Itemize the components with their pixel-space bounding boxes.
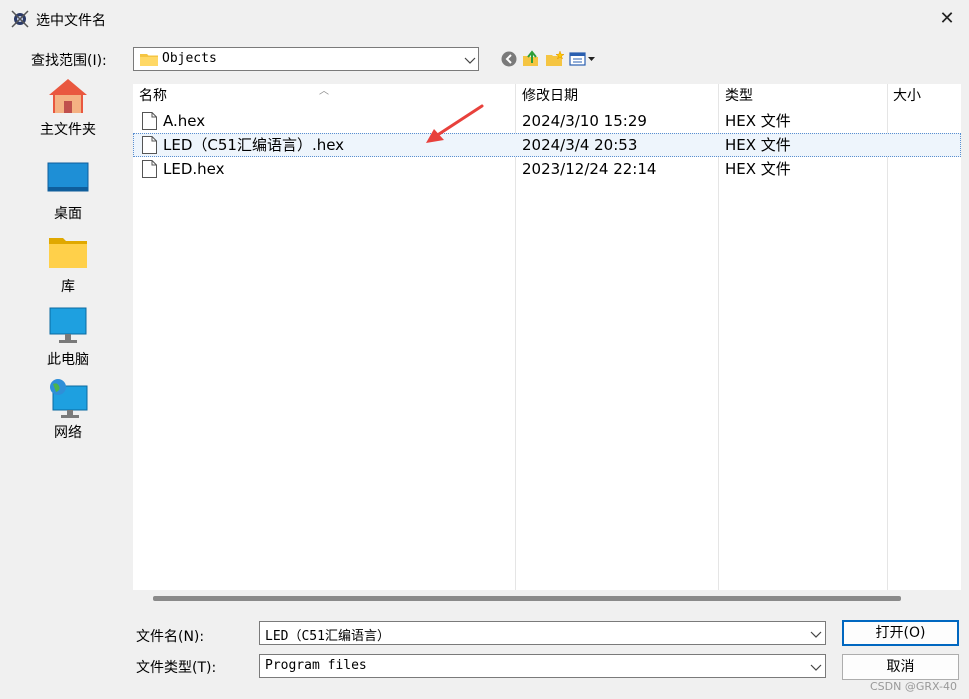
file-icon xyxy=(142,112,157,130)
network-icon xyxy=(50,379,88,418)
window-title: 选中文件名 xyxy=(36,13,106,29)
up-folder-icon[interactable] xyxy=(521,50,541,68)
chevron-down-icon[interactable] xyxy=(809,627,823,641)
file-icon xyxy=(142,136,157,154)
chevron-down-icon xyxy=(464,57,476,64)
file-type-value: Program files xyxy=(265,658,367,673)
place-network[interactable]: 网络 xyxy=(8,378,128,444)
file-date: 2024/3/10 15:29 xyxy=(522,112,647,130)
desktop-icon xyxy=(47,162,89,192)
look-in-value: Objects xyxy=(162,51,217,66)
file-name-label: 文件名(N): xyxy=(136,629,205,645)
file-type-dropdown[interactable]: Program files xyxy=(259,654,826,678)
sort-ascending-icon: ︿ xyxy=(319,86,329,97)
place-home[interactable]: 主文件夹 xyxy=(8,75,128,141)
file-type: HEX 文件 xyxy=(725,112,791,130)
file-list[interactable]: ︿ 名称 修改日期 类型 大小 A.hex 2024/3/10 15:29 HE… xyxy=(133,84,961,590)
file-icon xyxy=(142,160,157,178)
scrollbar-thumb[interactable] xyxy=(153,596,901,601)
place-label: 此电脑 xyxy=(47,352,89,368)
place-label: 库 xyxy=(61,279,75,295)
column-header-date[interactable]: 修改日期 xyxy=(522,84,578,108)
file-date: 2024/3/4 20:53 xyxy=(522,136,638,154)
file-type-label: 文件类型(T): xyxy=(136,660,217,676)
column-header-size[interactable]: 大小 xyxy=(893,84,921,108)
file-row-selected[interactable]: LED（C51汇编语言）.hex 2024/3/4 20:53 HEX 文件 xyxy=(133,133,961,157)
close-button[interactable]: ✕ xyxy=(930,4,964,34)
watermark: CSDN @GRX-40 xyxy=(870,680,957,693)
annotation-arrow-icon xyxy=(426,104,484,143)
computer-icon xyxy=(49,307,87,343)
file-name: LED（C51汇编语言）.hex xyxy=(163,136,345,154)
file-type: HEX 文件 xyxy=(725,136,791,154)
look-in-label: 查找范围(I): xyxy=(31,53,107,69)
place-label: 主文件夹 xyxy=(40,122,96,138)
open-button[interactable]: 打开(O) xyxy=(842,620,959,646)
cancel-button[interactable]: 取消 xyxy=(842,654,959,680)
places-bar: 主文件夹 桌面 库 此电脑 网络 xyxy=(8,75,128,455)
file-name: LED.hex xyxy=(163,160,225,178)
title-bar: 选中文件名 ✕ xyxy=(0,0,969,38)
place-library[interactable]: 库 xyxy=(8,232,128,298)
home-icon xyxy=(49,79,87,113)
file-row[interactable]: LED.hex 2023/12/24 22:14 HEX 文件 xyxy=(133,157,961,181)
place-label: 桌面 xyxy=(54,206,82,222)
file-type: HEX 文件 xyxy=(725,160,791,178)
column-header-type[interactable]: 类型 xyxy=(725,84,753,108)
close-icon: ✕ xyxy=(939,8,955,29)
file-name-combobox[interactable]: LED（C51汇编语言） xyxy=(259,621,826,645)
horizontal-scrollbar[interactable] xyxy=(133,590,961,605)
file-date: 2023/12/24 22:14 xyxy=(522,160,657,178)
app-icon xyxy=(11,10,29,28)
file-name: A.hex xyxy=(163,112,206,130)
back-icon[interactable] xyxy=(500,50,520,68)
file-name-value: LED（C51汇编语言） xyxy=(265,629,390,644)
library-icon xyxy=(49,238,87,268)
column-header-name[interactable]: 名称 xyxy=(139,84,167,108)
new-folder-icon[interactable] xyxy=(545,50,565,68)
view-menu-icon[interactable] xyxy=(569,50,597,68)
place-desktop[interactable]: 桌面 xyxy=(8,159,128,225)
place-this-pc[interactable]: 此电脑 xyxy=(8,305,128,371)
look-in-dropdown[interactable]: Objects xyxy=(133,47,479,71)
place-label: 网络 xyxy=(54,425,82,441)
folder-icon xyxy=(140,54,158,66)
file-row[interactable]: A.hex 2024/3/10 15:29 HEX 文件 xyxy=(133,109,961,133)
chevron-down-icon xyxy=(810,664,822,671)
